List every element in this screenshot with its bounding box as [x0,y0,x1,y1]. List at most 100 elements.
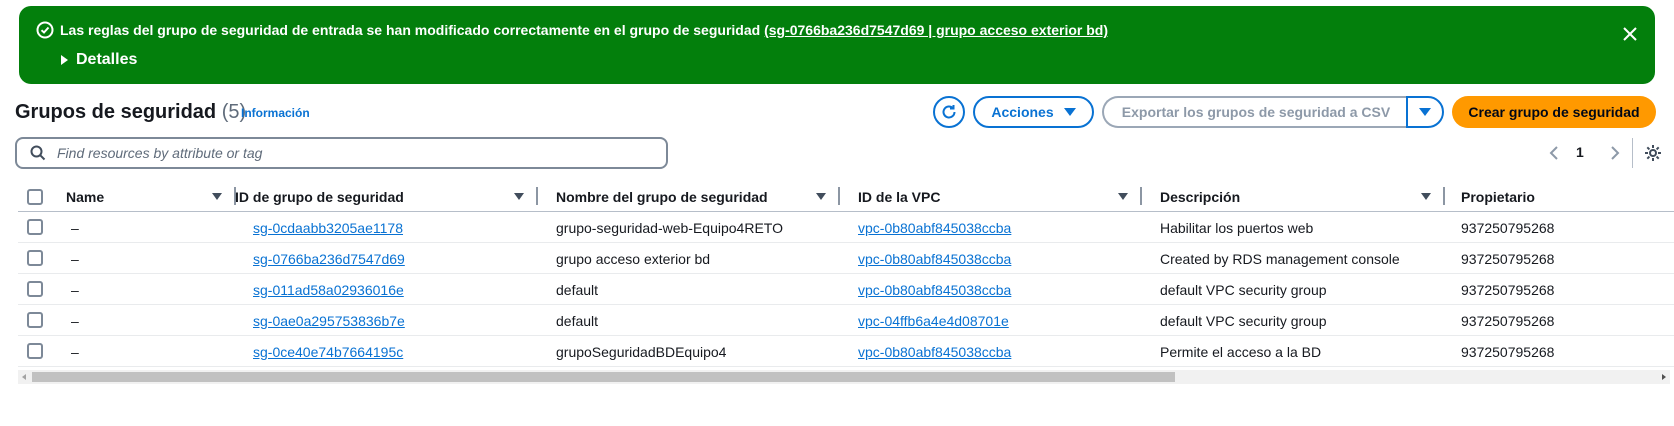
table-row[interactable]: – sg-011ad58a02936016e default vpc-0b80a… [18,274,1674,305]
cell-sg-name: default [556,282,599,298]
page-title-text: Grupos de seguridad [15,101,217,123]
create-security-group-button[interactable]: Crear grupo de seguridad [1452,96,1656,128]
actions-label: Acciones [991,104,1054,120]
cell-name: – [71,344,79,360]
sort-caret-icon[interactable] [514,193,524,200]
cell-vpc-id: vpc-0b80abf845038ccba [858,220,1011,236]
column-resizer[interactable] [1443,187,1445,205]
sg-id-link[interactable]: sg-0ae0a295753836b7e [253,313,405,329]
sort-caret-icon[interactable] [1118,193,1128,200]
table-row[interactable]: – sg-0cdaabb3205ae1178 grupo-seguridad-w… [18,212,1674,243]
table-row[interactable]: – sg-0766ba236d7547d69 grupo acceso exte… [18,243,1674,274]
cell-vpc-id: vpc-0b80abf845038ccba [858,251,1011,267]
column-header-sg-name[interactable]: Nombre del grupo de seguridad [556,189,768,205]
column-resizer[interactable] [838,187,840,205]
sg-id-link[interactable]: sg-0cdaabb3205ae1178 [253,220,403,236]
caret-right-icon [61,55,68,65]
close-icon[interactable] [1621,25,1639,43]
export-csv-button[interactable]: Exportar los grupos de seguridad a CSV [1102,96,1408,128]
column-header-owner[interactable]: Propietario [1461,189,1535,205]
cell-sg-id: sg-0ae0a295753836b7e [253,313,405,329]
row-checkbox[interactable] [27,250,43,266]
check-circle-icon [36,21,54,39]
scrollbar-thumb[interactable] [32,372,1175,382]
chevron-left-icon[interactable] [1546,144,1564,162]
select-all-checkbox[interactable] [27,189,43,205]
cell-name: – [71,313,79,329]
cell-owner: 937250795268 [1461,282,1555,298]
caret-down-icon [1063,108,1076,116]
scroll-left-arrow-icon[interactable] [22,374,26,380]
current-page[interactable]: 1 [1576,144,1584,160]
search-filter[interactable] [15,137,668,169]
cell-sg-id: sg-0766ba236d7547d69 [253,251,405,267]
flash-message-text: Las reglas del grupo de seguridad de ent… [60,22,765,38]
cell-owner: 937250795268 [1461,313,1555,329]
search-input[interactable] [57,145,657,161]
column-header-vpc-id[interactable]: ID de la VPC [858,189,940,205]
table-row[interactable]: – sg-0ae0a295753836b7e default vpc-04ffb… [18,305,1674,336]
refresh-button[interactable] [933,96,965,128]
cell-description: default VPC security group [1160,313,1327,329]
row-checkbox[interactable] [27,219,43,235]
cell-sg-id: sg-011ad58a02936016e [253,282,404,298]
cell-name: – [71,251,79,267]
pager-divider [1632,138,1633,168]
horizontal-scrollbar[interactable] [18,370,1670,384]
column-resizer[interactable] [1140,187,1142,205]
row-checkbox[interactable] [27,343,43,359]
info-link[interactable]: Información [241,106,310,120]
vpc-id-link[interactable]: vpc-04ffb6a4e4d08701e [858,313,1009,329]
cell-name: – [71,220,79,236]
cell-description: Permite el acceso a la BD [1160,344,1322,360]
search-icon [30,145,46,161]
row-checkbox[interactable] [27,312,43,328]
sg-id-link[interactable]: sg-0766ba236d7547d69 [253,251,405,267]
gear-icon[interactable] [1643,143,1663,163]
sg-id-link[interactable]: sg-011ad58a02936016e [253,282,404,298]
refresh-icon [942,105,956,119]
cell-description: Habilitar los puertos web [1160,220,1314,236]
flash-message: Las reglas del grupo de seguridad de ent… [60,20,1108,40]
cell-name: – [71,282,79,298]
column-header-description[interactable]: Descripción [1160,189,1240,205]
cell-sg-id: sg-0ce40e74b7664195c [253,344,403,360]
cell-owner: 937250795268 [1461,344,1555,360]
flash-details-toggle[interactable]: Detalles [61,51,137,69]
page-title: Grupos de seguridad (5) [15,99,246,125]
row-checkbox[interactable] [27,281,43,297]
cell-vpc-id: vpc-04ffb6a4e4d08701e [858,313,1009,329]
table-header: Name ID de grupo de seguridad Nombre del… [18,183,1674,212]
actions-dropdown-button[interactable]: Acciones [973,96,1094,128]
flash-details-label: Detalles [76,51,138,68]
table-row[interactable]: – sg-0ce40e74b7664195c grupoSeguridadBDE… [18,336,1674,367]
cell-owner: 937250795268 [1461,251,1555,267]
cell-sg-name: grupoSeguridadBDEquipo4 [556,344,727,360]
cell-owner: 937250795268 [1461,220,1555,236]
cell-description: default VPC security group [1160,282,1327,298]
export-options-dropdown[interactable] [1406,96,1444,128]
cell-sg-id: sg-0cdaabb3205ae1178 [253,220,403,236]
cell-sg-name: default [556,313,599,329]
vpc-id-link[interactable]: vpc-0b80abf845038ccba [858,251,1011,267]
sort-caret-icon[interactable] [1421,193,1431,200]
sort-caret-icon[interactable] [212,193,222,200]
flash-security-group-link[interactable]: (sg-0766ba236d7547d69 | grupo acceso ext… [764,22,1108,38]
column-header-sg-id[interactable]: ID de grupo de seguridad [235,189,404,205]
success-flash-banner: Las reglas del grupo de seguridad de ent… [19,6,1655,84]
sg-id-link[interactable]: sg-0ce40e74b7664195c [253,344,403,360]
vpc-id-link[interactable]: vpc-0b80abf845038ccba [858,220,1011,236]
cell-sg-name: grupo-seguridad-web-Equipo4RETO [556,220,783,236]
vpc-id-link[interactable]: vpc-0b80abf845038ccba [858,344,1011,360]
cell-vpc-id: vpc-0b80abf845038ccba [858,344,1011,360]
sort-caret-icon[interactable] [816,193,826,200]
chevron-right-icon[interactable] [1605,144,1623,162]
cell-description: Created by RDS management console [1160,251,1400,267]
column-resizer[interactable] [536,187,538,205]
vpc-id-link[interactable]: vpc-0b80abf845038ccba [858,282,1011,298]
column-header-name[interactable]: Name [66,189,104,205]
cell-vpc-id: vpc-0b80abf845038ccba [858,282,1011,298]
cell-sg-name: grupo acceso exterior bd [556,251,711,267]
security-groups-table: Name ID de grupo de seguridad Nombre del… [18,183,1674,367]
scroll-right-arrow-icon[interactable] [1662,374,1666,380]
